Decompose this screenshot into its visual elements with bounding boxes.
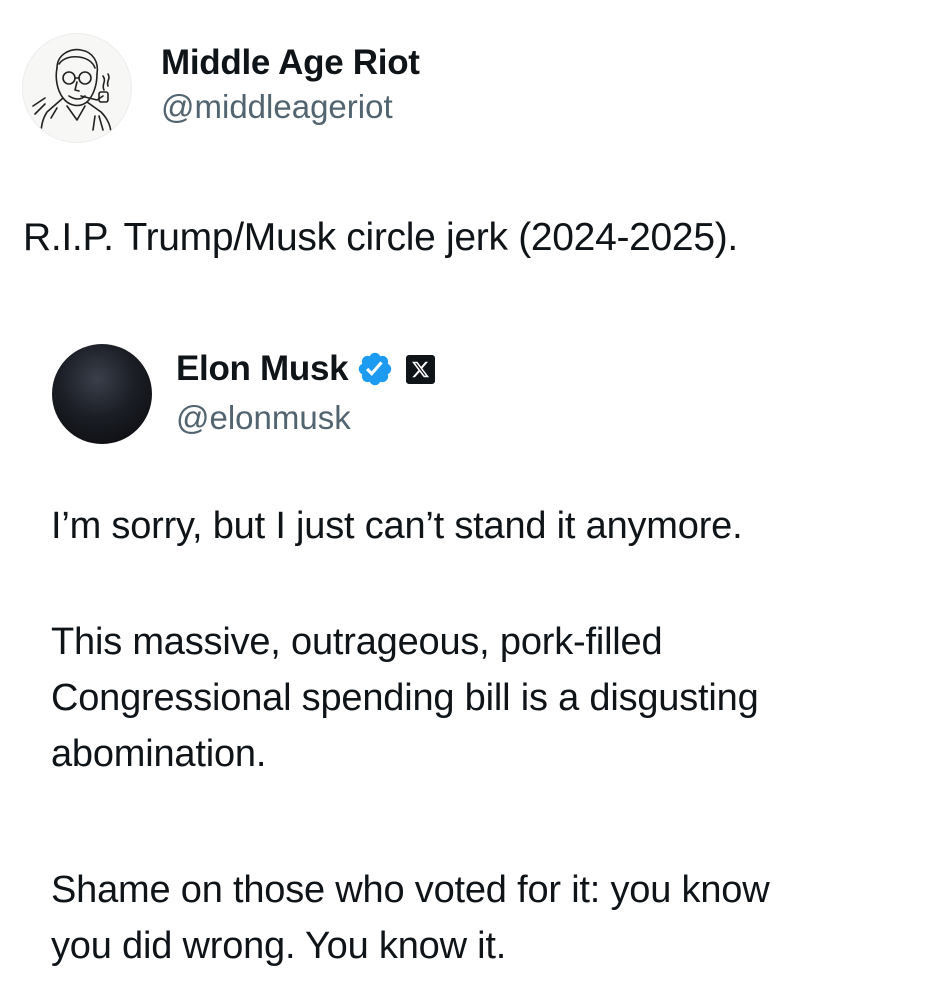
quoted-text-line: abomination. [51, 733, 267, 775]
tweet-text: R.I.P. Trump/Musk circle jerk (2024-2025… [23, 216, 738, 259]
quoted-tweet-paragraph: I’m sorry, but I just can’t stand it any… [51, 498, 743, 554]
avatar[interactable] [22, 33, 132, 143]
outer-tweet-header: Middle Age Riot @middleageriot [22, 33, 420, 143]
author-handle[interactable]: @middleageriot [161, 87, 420, 127]
quoted-text-line: This massive, outrageous, pork-filled [51, 621, 663, 663]
quoted-name-row: Elon Musk [176, 348, 436, 390]
quoted-text-line: I’m sorry, but I just can’t stand it any… [51, 505, 743, 547]
quoted-display-name[interactable]: Elon Musk [176, 348, 349, 390]
quoted-avatar[interactable] [52, 344, 152, 444]
quoted-text-line: Shame on those who voted for it: you kno… [51, 869, 770, 911]
outer-tweet-author: Middle Age Riot @middleageriot [161, 42, 420, 127]
quoted-tweet-paragraph: Shame on those who voted for it: you kno… [51, 862, 770, 974]
quoted-handle[interactable]: @elonmusk [176, 398, 435, 438]
x-logo-icon [406, 354, 436, 384]
quoted-text-line: you did wrong. You know it. [51, 925, 507, 967]
quoted-tweet-header: Elon Musk @elonmusk [52, 344, 436, 444]
author-display-name[interactable]: Middle Age Riot [161, 42, 420, 84]
verified-badge-icon [356, 350, 394, 388]
quoted-text-line: Congressional spending bill is a disgust… [51, 677, 759, 719]
man-with-pipe-illustration-icon [32, 48, 112, 135]
quoted-tweet-author: Elon Musk @elonmusk [176, 348, 436, 438]
quoted-tweet-paragraph: This massive, outrageous, pork-filled Co… [51, 614, 759, 782]
